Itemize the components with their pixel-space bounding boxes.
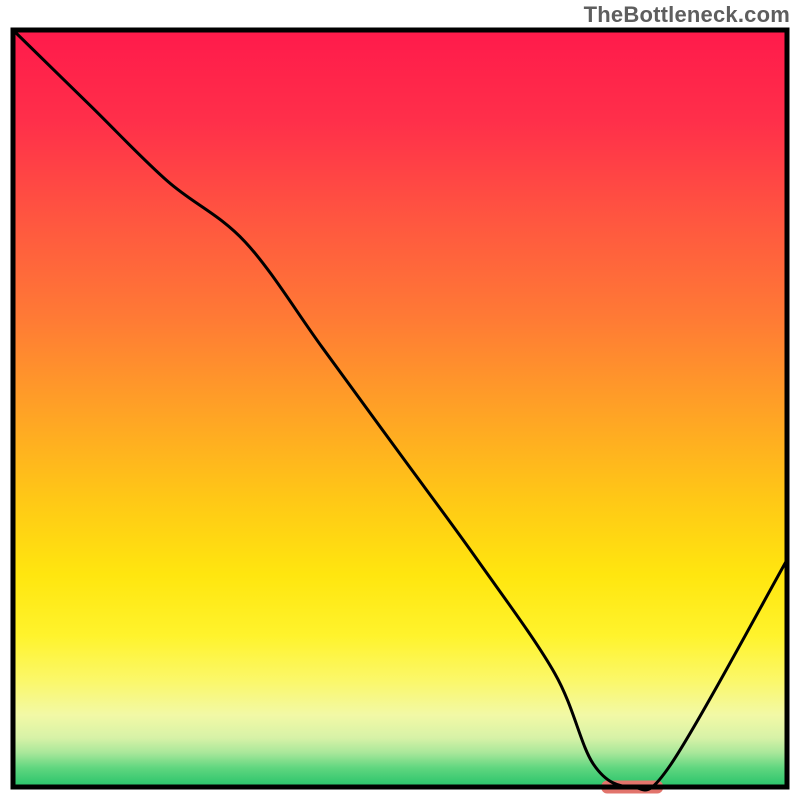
bottleneck-chart: [0, 0, 800, 800]
watermark-text: TheBottleneck.com: [584, 2, 790, 28]
chart-container: TheBottleneck.com: [0, 0, 800, 800]
